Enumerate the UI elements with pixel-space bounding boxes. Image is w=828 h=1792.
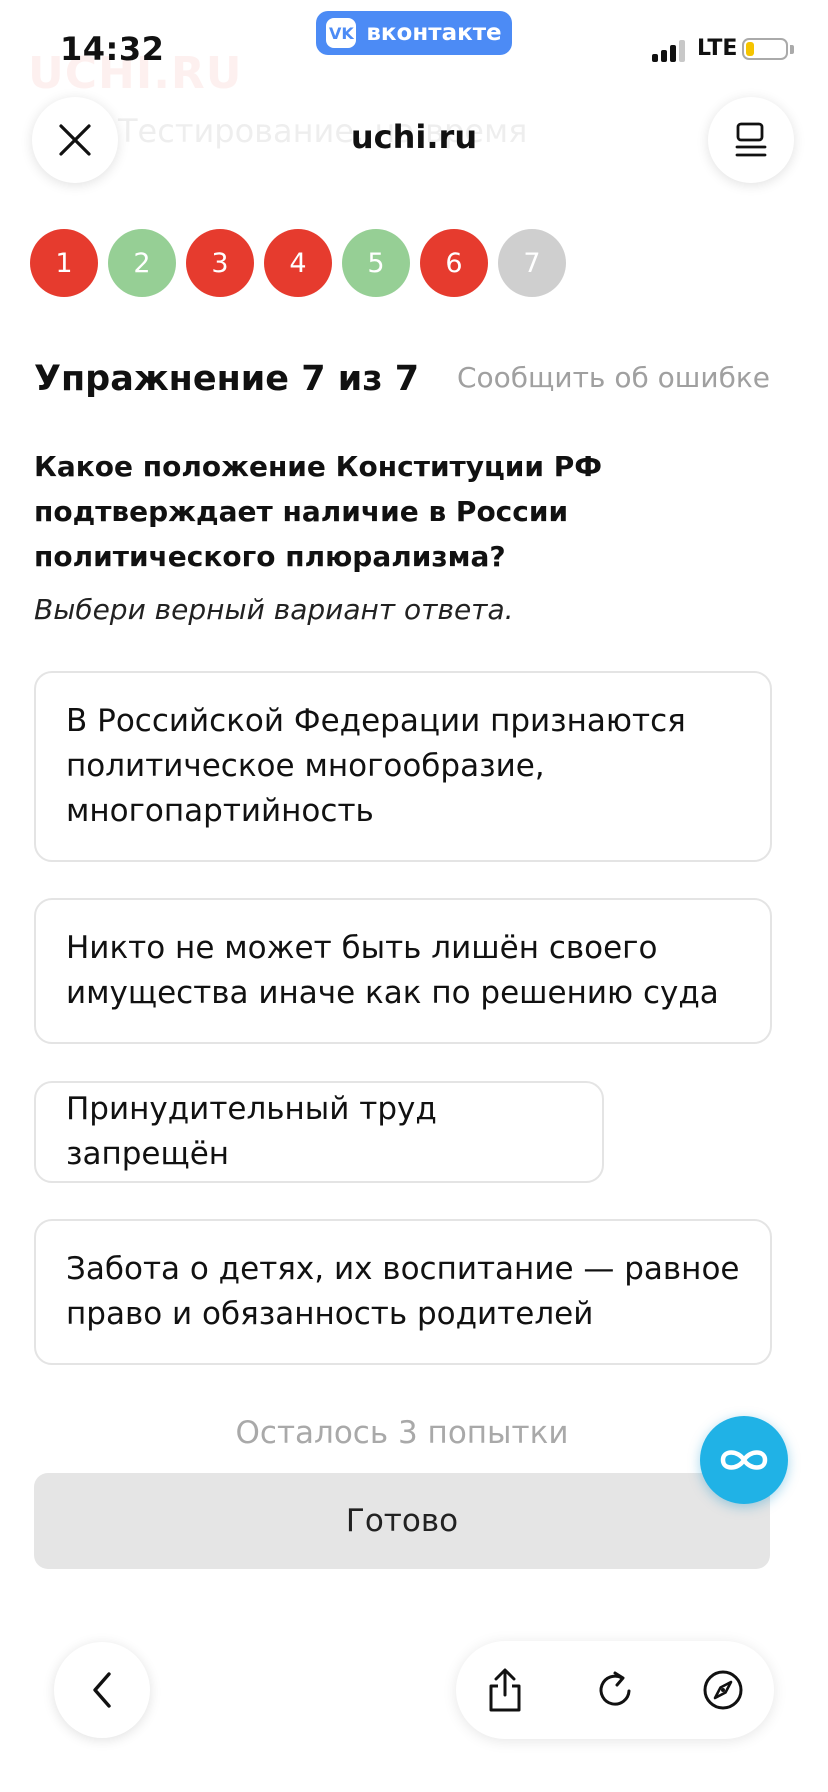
status-bar: UCHI.RU 14:32 VK вконтакте LTE	[0, 0, 828, 100]
menu-button[interactable]	[708, 97, 794, 183]
network-type: LTE	[697, 36, 738, 61]
answer-option[interactable]: Никто не может быть лишён своего имущест…	[34, 898, 772, 1044]
back-button[interactable]	[54, 1642, 150, 1738]
back-icon	[93, 1672, 111, 1708]
vk-return-badge[interactable]: VK вконтакте	[316, 11, 512, 55]
done-button[interactable]: Готово	[34, 1473, 770, 1569]
question-text: Какое положение Конституции РФ подтвержд…	[34, 450, 603, 573]
vk-badge-label: вконтакте	[366, 20, 502, 46]
share-icon	[489, 1668, 521, 1712]
browser-toolbar	[456, 1641, 774, 1739]
reload-button[interactable]	[590, 1665, 640, 1715]
menu-icon	[735, 122, 767, 157]
signal-icon	[652, 40, 690, 62]
answer-option[interactable]: В Российской Федерации признаются полити…	[34, 671, 772, 862]
exercise-progress: 1 2 3 4 5 6 7	[30, 229, 566, 297]
progress-dot[interactable]: 3	[186, 229, 254, 297]
reload-icon	[599, 1671, 631, 1706]
compass-icon	[703, 1670, 743, 1710]
site-title: uchi.ru	[350, 118, 478, 156]
battery-tip	[790, 45, 794, 54]
status-time: 14:32	[60, 30, 165, 68]
exercise-title: Упражнение 7 из 7	[34, 359, 420, 399]
attempts-remaining: Осталось 3 попытки	[235, 1415, 569, 1451]
progress-dot[interactable]: 6	[420, 229, 488, 297]
vk-logo-icon: VK	[326, 18, 357, 48]
battery-icon	[742, 38, 788, 60]
instruction-text: Выбери верный вариант ответа.	[34, 593, 514, 626]
report-error-link[interactable]: Сообщить об ошибке	[457, 361, 770, 394]
infinity-button[interactable]	[700, 1416, 788, 1504]
share-button[interactable]	[480, 1665, 530, 1715]
answer-option[interactable]: Принудительный труд запрещён	[34, 1081, 604, 1183]
progress-dot[interactable]: 7	[498, 229, 566, 297]
progress-dot[interactable]: 4	[264, 229, 332, 297]
infinity-icon	[720, 1450, 768, 1470]
progress-dot[interactable]: 5	[342, 229, 410, 297]
compass-button[interactable]	[698, 1665, 748, 1715]
progress-dot[interactable]: 2	[108, 229, 176, 297]
progress-dot[interactable]: 1	[30, 229, 98, 297]
answer-option[interactable]: Забота о детях, их воспитание — равное п…	[34, 1219, 772, 1365]
